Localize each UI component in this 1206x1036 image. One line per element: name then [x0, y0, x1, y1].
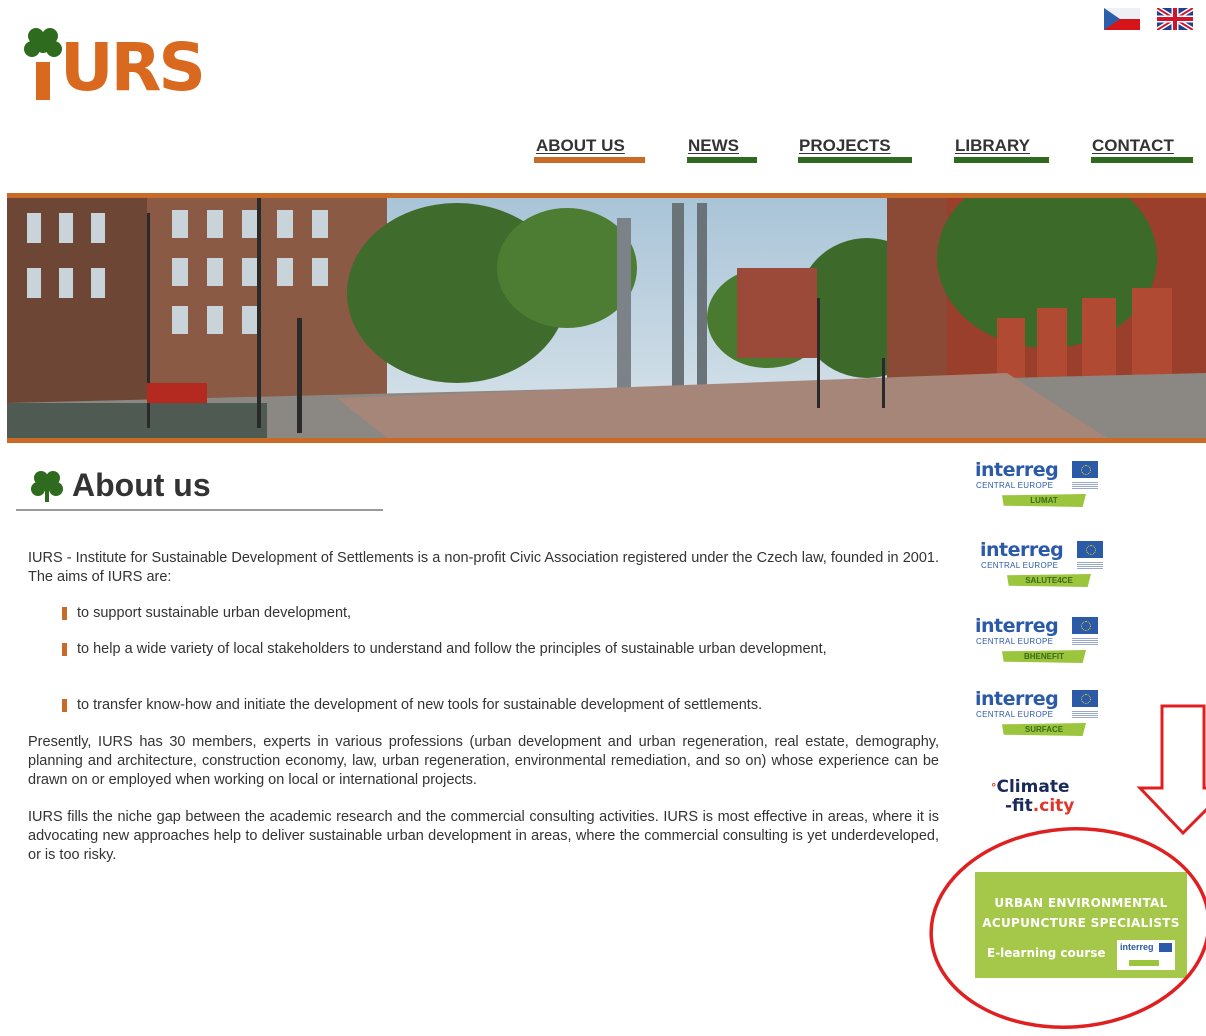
- elearning-title-line1: URBAN ENVIRONMENTAL: [994, 896, 1168, 910]
- interreg-wordmark: interreg: [980, 539, 1064, 561]
- intro-paragraph: IURS - Institute for Sustainable Develop…: [28, 550, 939, 585]
- central-europe-label: CENTRAL EUROPE: [981, 561, 1059, 570]
- climate-fit-city-link[interactable]: °Climate -fit.city: [991, 778, 1074, 816]
- nav-news[interactable]: NEWS: [688, 136, 739, 156]
- mini-interreg-logo: interreg: [1117, 940, 1175, 970]
- nav-about-us-underline: [534, 157, 645, 163]
- interreg-salute4ce-link[interactable]: interreg CENTRAL EUROPE SALUTE4CE: [980, 539, 1104, 597]
- central-europe-label: CENTRAL EUROPE: [976, 637, 1054, 646]
- nav-library[interactable]: LIBRARY: [955, 136, 1030, 156]
- elearning-course-label: E-learning course: [987, 946, 1106, 960]
- aim-list-item: to transfer know-how and initiate the de…: [77, 697, 763, 713]
- interreg-surface-link[interactable]: interreg CENTRAL EUROPE SURFACE: [975, 688, 1099, 746]
- interreg-lumat-link[interactable]: interreg CENTRAL EUROPE LUMAT: [975, 459, 1099, 517]
- project-tag-lumat: LUMAT: [1002, 494, 1086, 507]
- page-title: About us: [30, 467, 211, 504]
- nav-projects-underline: [798, 157, 912, 163]
- page-title-text: About us: [72, 467, 211, 503]
- eu-flag-icon: [1077, 541, 1103, 558]
- arrow-down-icon: [1136, 704, 1206, 836]
- nav-contact[interactable]: CONTACT: [1092, 136, 1174, 156]
- eu-flag-icon: [1072, 461, 1098, 478]
- aim-list-item: to support sustainable urban development…: [77, 605, 352, 621]
- bullet-marker: [62, 643, 67, 656]
- project-tag-surface: SURFACE: [1002, 723, 1086, 736]
- city-word: .city: [1032, 796, 1075, 816]
- nav-projects[interactable]: PROJECTS: [799, 136, 891, 156]
- central-europe-label: CENTRAL EUROPE: [976, 710, 1054, 719]
- nav-library-underline: [954, 157, 1049, 163]
- interreg-wordmark: interreg: [975, 615, 1059, 637]
- title-underline: [16, 509, 383, 511]
- logo-text: URS: [60, 29, 206, 106]
- clover-icon: [31, 470, 63, 502]
- interreg-wordmark: interreg: [975, 688, 1059, 710]
- bullet-marker: [62, 699, 67, 712]
- nav-contact-underline: [1091, 157, 1193, 163]
- nav-about-us[interactable]: ABOUT US: [536, 136, 625, 156]
- members-paragraph: Presently, IURS has 30 members, experts …: [28, 734, 939, 788]
- interreg-wordmark: interreg: [975, 459, 1059, 481]
- interreg-bhenefit-link[interactable]: interreg CENTRAL EUROPE BHENEFIT: [975, 615, 1099, 673]
- eu-flag-icon: [1072, 617, 1098, 634]
- aim-list-item: to help a wide variety of local stakehol…: [77, 641, 827, 657]
- niche-paragraph: IURS fills the niche gap between the aca…: [28, 809, 939, 863]
- elearning-course-banner[interactable]: URBAN ENVIRONMENTAL ACUPUNCTURE SPECIALI…: [975, 872, 1187, 978]
- eu-flag-icon: [1159, 943, 1172, 952]
- bullet-marker: [62, 607, 67, 620]
- nav-news-underline: [687, 157, 757, 163]
- eu-flag-icon: [1072, 690, 1098, 707]
- banner-photo: [7, 193, 1206, 443]
- iurs-logo[interactable]: URS: [14, 26, 224, 106]
- cz-flag-icon[interactable]: [1104, 8, 1140, 30]
- project-tag-salute4ce: SALUTE4CE: [1007, 574, 1091, 587]
- fit-word: -fit: [1005, 796, 1033, 816]
- uk-flag-icon[interactable]: [1157, 8, 1193, 30]
- central-europe-label: CENTRAL EUROPE: [976, 481, 1054, 490]
- project-tag-bhenefit: BHENEFIT: [1002, 650, 1086, 663]
- climate-word: Climate: [996, 777, 1070, 797]
- elearning-title-line2: ACUPUNCTURE SPECIALISTS: [982, 916, 1180, 930]
